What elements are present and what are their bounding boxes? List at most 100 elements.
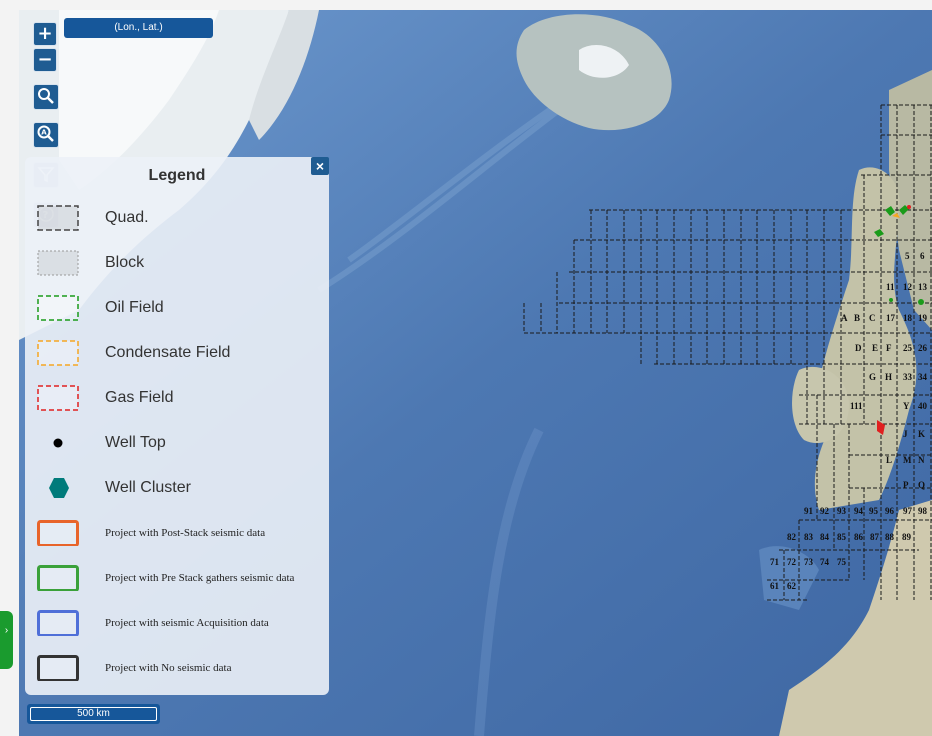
grid-label: Q: [918, 480, 925, 490]
legend-item-label: Project with Post-Stack seismic data: [105, 527, 266, 539]
grid-label: 85: [837, 532, 847, 542]
grid-label: 18: [903, 313, 913, 323]
grid-label: 75: [837, 557, 847, 567]
legend-item: Quad.: [37, 205, 327, 235]
grid-label: 62: [787, 581, 797, 591]
grid-label: 92: [820, 506, 830, 516]
grid-label: H: [885, 372, 892, 382]
legend-item-label: Project with Pre Stack gathers seismic d…: [105, 572, 295, 584]
coordinate-readout: (Lon., Lat.): [64, 18, 213, 38]
legend-item: Well Top: [37, 430, 327, 460]
legend-symbol-dashed-box-orange: [37, 340, 79, 366]
grid-label: 111: [850, 401, 863, 411]
grid-label: 34: [918, 372, 928, 382]
legend-symbol-dashed-box-green: [37, 295, 79, 321]
grid-label: 6: [920, 251, 925, 261]
grid-label: 93: [837, 506, 847, 516]
legend-item-label: Block: [105, 254, 145, 271]
grid-label: L: [886, 455, 892, 465]
grid-label: 74: [820, 557, 830, 567]
legend-item: Project with No seismic data: [37, 655, 327, 685]
legend-symbol-solid-box: [37, 655, 79, 681]
grid-label: 33: [903, 372, 913, 382]
legend-item: Block: [37, 250, 327, 280]
grid-label: 94: [854, 506, 864, 516]
grid-label: 97: [903, 506, 913, 516]
grid-label: M: [903, 455, 912, 465]
grid-label: 96: [885, 506, 895, 516]
legend-symbol-solid-box: [37, 565, 79, 591]
grid-label: F: [886, 343, 892, 353]
legend-item: Project with seismic Acquisition data: [37, 610, 327, 640]
grid-label: 17: [886, 313, 896, 323]
grid-label: 83: [804, 532, 814, 542]
grid-label: D: [855, 343, 862, 353]
search-attribute-button[interactable]: A: [33, 122, 59, 148]
legend-item-label: Condensate Field: [105, 344, 231, 361]
grid-label: P: [903, 480, 909, 490]
legend-symbol-hexagon: [49, 478, 69, 498]
grid-label: 71: [770, 557, 780, 567]
grid-label: 89: [902, 532, 912, 542]
grid-label: 86: [854, 532, 864, 542]
legend-item: Gas Field: [37, 385, 327, 415]
legend-item-label: Quad.: [105, 209, 149, 226]
legend-symbol-dashed-box-dark: [37, 205, 79, 231]
zoom-out-button[interactable]: −: [33, 48, 57, 72]
grid-label: 11: [886, 282, 895, 292]
grid-label: 91: [804, 506, 814, 516]
grid-label: 19: [918, 313, 928, 323]
grid-label: 84: [820, 532, 830, 542]
grid-label: Y: [903, 401, 910, 411]
grid-label: 61: [770, 581, 780, 591]
legend-symbol-dotted-box-grey: [37, 250, 79, 276]
legend-item-label: Well Top: [105, 434, 166, 451]
legend-symbol-dot: [53, 438, 63, 448]
grid-label: 12: [903, 282, 913, 292]
legend-symbol-solid-box: [37, 520, 79, 546]
search-button[interactable]: [33, 84, 59, 110]
grid-label: 87: [870, 532, 880, 542]
grid-label: C: [869, 313, 876, 323]
scale-bar-line: [30, 707, 157, 721]
grid-label: 40: [918, 401, 928, 411]
legend-item-label: Project with No seismic data: [105, 662, 232, 674]
grid-label: 88: [885, 532, 895, 542]
grid-label: 73: [804, 557, 814, 567]
scale-bar: 500 km: [27, 704, 160, 724]
grid-label: G: [869, 372, 876, 382]
legend-item-label: Well Cluster: [105, 479, 191, 496]
grid-label: 95: [869, 506, 879, 516]
grid-label: 26: [918, 343, 928, 353]
side-panel-tab[interactable]: ›: [0, 611, 13, 669]
grid-label: 82: [787, 532, 797, 542]
legend-symbol-solid-box: [37, 610, 79, 636]
legend-panel: Legend × Quad. Block Oil Field Condensate F…: [25, 157, 329, 695]
legend-item-label: Gas Field: [105, 389, 174, 406]
grid-label: 72: [787, 557, 797, 567]
grid-label: K: [918, 429, 925, 439]
legend-close-button[interactable]: ×: [311, 157, 329, 175]
legend-item: Oil Field: [37, 295, 327, 325]
legend-item: Condensate Field: [37, 340, 327, 370]
grid-label: 5: [905, 251, 910, 261]
grid-label: E: [872, 343, 878, 353]
legend-item: Project with Pre Stack gathers seismic d…: [37, 565, 327, 595]
grid-label: 13: [918, 282, 928, 292]
grid-label: B: [854, 313, 860, 323]
legend-item: Project with Post-Stack seismic data: [37, 520, 327, 550]
legend-item-label: Oil Field: [105, 299, 164, 316]
grid-label: A: [841, 313, 848, 323]
legend-symbol-dashed-box-red: [37, 385, 79, 411]
grid-label: 98: [918, 506, 928, 516]
grid-label: N: [918, 455, 925, 465]
legend-item-label: Project with seismic Acquisition data: [105, 617, 269, 629]
svg-text:A: A: [41, 129, 47, 137]
magnifier-a-icon: A: [37, 125, 54, 142]
zoom-in-button[interactable]: +: [33, 22, 57, 46]
grid-label: J: [903, 429, 908, 439]
magnifier-icon: [38, 88, 54, 104]
legend-item: Well Cluster: [37, 475, 327, 505]
map-view[interactable]: 5 6 11 12 13 A B C 17 18 19 D E F 25 26 G H 33 34 111 Y 40 J K L M…: [19, 10, 932, 736]
legend-title: Legend: [148, 167, 206, 184]
